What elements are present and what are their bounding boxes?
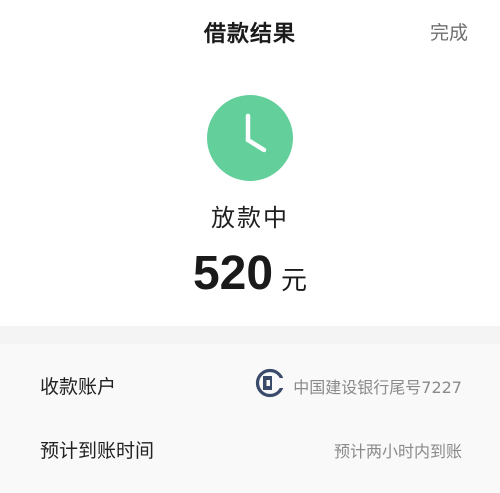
receiving-account-row: 收款账户 中国建设银行尾号7227: [0, 354, 500, 414]
loan-amount: 520 元: [0, 246, 500, 301]
done-button[interactable]: 完成: [430, 18, 468, 45]
expected-arrival-value: 预计两小时内到账: [333, 442, 462, 461]
loan-details-card: 收款账户 中国建设银行尾号7227 预计到账时间 预计两小时内到账: [0, 344, 500, 493]
section-divider: [0, 326, 500, 344]
loan-amount-unit: 元: [281, 266, 308, 296]
expected-arrival-value-group: 预计两小时内到账: [334, 438, 462, 462]
clock-icon: [207, 95, 293, 181]
loan-amount-value: 520: [192, 247, 274, 300]
ccb-bank-logo-icon: [256, 368, 286, 398]
expected-arrival-label: 预计到账时间: [40, 440, 155, 462]
expected-arrival-row: 预计到账时间 预计两小时内到账: [0, 418, 500, 478]
receiving-account-value-group: 中国建设银行尾号7227: [255, 368, 462, 398]
loan-status-text: 放款中: [211, 204, 289, 232]
header-bar: 借款结果 完成: [0, 0, 500, 64]
receiving-account-value: 中国建设银行尾号7227: [293, 378, 462, 397]
page-title: 借款结果: [203, 22, 296, 47]
receiving-account-label: 收款账户: [40, 376, 117, 398]
